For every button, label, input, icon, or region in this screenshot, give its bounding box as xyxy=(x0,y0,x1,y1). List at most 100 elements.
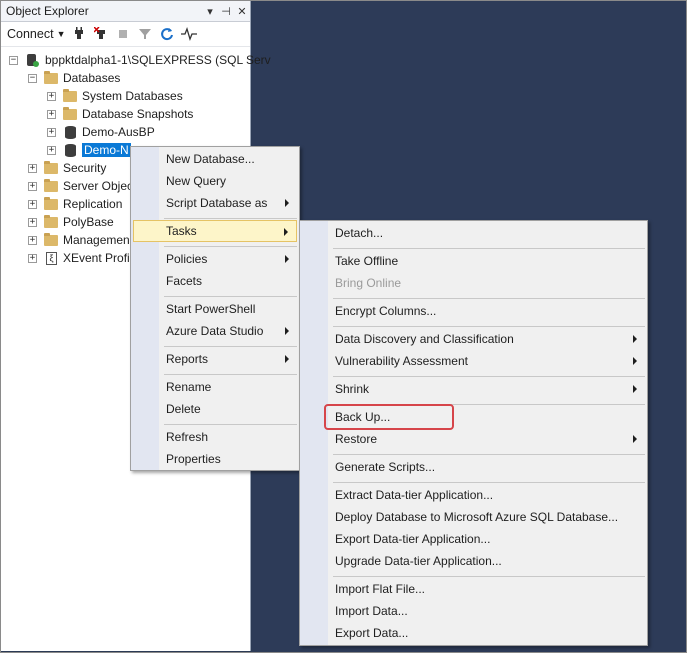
menu-item-label: Shrink xyxy=(335,382,370,396)
tree-label-xevent-profiler: XEvent Profil xyxy=(63,251,133,265)
menu-item-properties[interactable]: Properties xyxy=(133,448,297,470)
menu-item-label: Refresh xyxy=(166,430,209,444)
tree-node-databases[interactable]: − Databases xyxy=(28,69,120,87)
menu-item-detach[interactable]: Detach... xyxy=(302,222,645,244)
submenu-arrow-icon xyxy=(285,355,289,363)
expand-icon[interactable]: + xyxy=(28,253,37,263)
menu-item-label: Import Data... xyxy=(335,604,408,618)
tree-node-system-databases[interactable]: + System Databases xyxy=(47,87,183,105)
expand-icon[interactable]: + xyxy=(47,127,56,137)
menu-item-vulnerability-assessment[interactable]: Vulnerability Assessment xyxy=(302,350,645,372)
filter-icon[interactable] xyxy=(137,26,153,42)
tree-node-replication[interactable]: + Replication xyxy=(28,195,122,213)
submenu-arrow-icon xyxy=(633,385,637,393)
menu-item-label: Properties xyxy=(166,452,221,466)
tree-node-demo-selected[interactable]: + Demo-N xyxy=(47,141,131,159)
collapse-icon[interactable]: − xyxy=(28,73,37,83)
menu-item-delete[interactable]: Delete xyxy=(133,398,297,420)
disconnect-icon[interactable] xyxy=(93,26,109,42)
tree-node-security[interactable]: + Security xyxy=(28,159,106,177)
menu-separator xyxy=(333,248,645,249)
menu-item-label: Export Data... xyxy=(335,626,409,640)
menu-item-label: Extract Data-tier Application... xyxy=(335,488,494,502)
menu-item-policies[interactable]: Policies xyxy=(133,248,297,270)
menu-item-new-database[interactable]: New Database... xyxy=(133,148,297,170)
menu-item-start-powershell[interactable]: Start PowerShell xyxy=(133,298,297,320)
pin-icon[interactable]: ⊣ xyxy=(218,5,234,18)
menu-item-label: Delete xyxy=(166,402,201,416)
menu-item-label: Vulnerability Assessment xyxy=(335,354,468,368)
menu-item-import-data[interactable]: Import Data... xyxy=(302,600,645,622)
menu-item-tasks[interactable]: Tasks xyxy=(133,220,297,242)
refresh-icon[interactable] xyxy=(159,26,175,42)
menu-separator xyxy=(333,576,645,577)
tree-node-management[interactable]: + Managemen xyxy=(28,231,130,249)
menu-item-label: Encrypt Columns... xyxy=(335,304,437,318)
menu-separator xyxy=(333,326,645,327)
dropdown-icon[interactable]: ▾ xyxy=(202,5,218,18)
expand-icon[interactable]: + xyxy=(47,91,56,101)
menu-item-generate-scripts[interactable]: Generate Scripts... xyxy=(302,456,645,478)
database-icon xyxy=(65,143,76,157)
expand-icon[interactable]: + xyxy=(28,181,37,191)
menu-item-facets[interactable]: Facets xyxy=(133,270,297,292)
menu-item-label: Tasks xyxy=(166,224,197,238)
menu-item-take-offline[interactable]: Take Offline xyxy=(302,250,645,272)
expand-icon[interactable]: + xyxy=(28,217,37,227)
folder-icon xyxy=(44,214,58,228)
expand-icon[interactable]: + xyxy=(28,163,37,173)
menu-item-deploy-to-azure[interactable]: Deploy Database to Microsoft Azure SQL D… xyxy=(302,506,645,528)
expand-icon[interactable]: + xyxy=(47,109,56,119)
connect-button[interactable]: Connect ▼ xyxy=(7,27,65,41)
collapse-icon[interactable]: − xyxy=(9,55,18,65)
menu-item-reports[interactable]: Reports xyxy=(133,348,297,370)
menu-item-extract-data-tier[interactable]: Extract Data-tier Application... xyxy=(302,484,645,506)
menu-item-upgrade-data-tier[interactable]: Upgrade Data-tier Application... xyxy=(302,550,645,572)
connect-plug-icon[interactable] xyxy=(71,26,87,42)
expand-icon[interactable]: + xyxy=(28,199,37,209)
tree-node-polybase[interactable]: + PolyBase xyxy=(28,213,114,231)
menu-item-label: Start PowerShell xyxy=(166,302,256,316)
menu-separator xyxy=(164,296,297,297)
menu-item-data-discovery[interactable]: Data Discovery and Classification xyxy=(302,328,645,350)
menu-item-label: Policies xyxy=(166,252,208,266)
tree-label-server-objects: Server Objec xyxy=(63,179,134,193)
folder-icon xyxy=(63,106,77,120)
tree-node-server-objects[interactable]: + Server Objec xyxy=(28,177,133,195)
menu-item-shrink[interactable]: Shrink xyxy=(302,378,645,400)
tree-label-databases: Databases xyxy=(63,71,121,85)
stop-icon[interactable] xyxy=(115,26,131,42)
folder-icon xyxy=(44,232,58,246)
menu-item-label: Upgrade Data-tier Application... xyxy=(335,554,502,568)
menu-item-encrypt-columns[interactable]: Encrypt Columns... xyxy=(302,300,645,322)
menu-item-script-database-as[interactable]: Script Database as xyxy=(133,192,297,214)
close-icon[interactable]: ✕ xyxy=(234,5,250,18)
tree-label-system-databases: System Databases xyxy=(82,89,183,103)
menu-item-label: Bring Online xyxy=(335,276,402,290)
menu-item-label: Rename xyxy=(166,380,212,394)
menu-item-label: Reports xyxy=(166,352,209,366)
expand-icon[interactable]: + xyxy=(28,235,37,245)
menu-item-label: Script Database as xyxy=(166,196,268,210)
database-icon xyxy=(65,125,76,139)
menu-item-export-data[interactable]: Export Data... xyxy=(302,622,645,644)
tree-node-server[interactable]: − bppktdalpha1-1\SQLEXPRESS (SQL Serv xyxy=(9,51,271,69)
menu-separator xyxy=(164,246,297,247)
menu-separator xyxy=(164,424,297,425)
expand-icon[interactable]: + xyxy=(47,145,56,155)
menu-item-rename[interactable]: Rename xyxy=(133,376,297,398)
tree-node-demo-ausbp[interactable]: + Demo-AusBP xyxy=(47,123,155,141)
menu-item-label: Generate Scripts... xyxy=(335,460,436,474)
menu-item-restore[interactable]: Restore xyxy=(302,428,645,450)
menu-item-export-data-tier[interactable]: Export Data-tier Application... xyxy=(302,528,645,550)
menu-item-import-flat-file[interactable]: Import Flat File... xyxy=(302,578,645,600)
server-icon xyxy=(25,53,39,67)
menu-item-new-query[interactable]: New Query xyxy=(133,170,297,192)
tree-label-demo-ausbp: Demo-AusBP xyxy=(82,125,155,139)
tree-node-database-snapshots[interactable]: + Database Snapshots xyxy=(47,105,193,123)
menu-item-azure-data-studio[interactable]: Azure Data Studio xyxy=(133,320,297,342)
tree-node-xevent-profiler[interactable]: + ξ XEvent Profil xyxy=(28,249,132,267)
menu-separator xyxy=(164,374,297,375)
menu-item-refresh[interactable]: Refresh xyxy=(133,426,297,448)
activity-monitor-icon[interactable] xyxy=(181,26,198,42)
